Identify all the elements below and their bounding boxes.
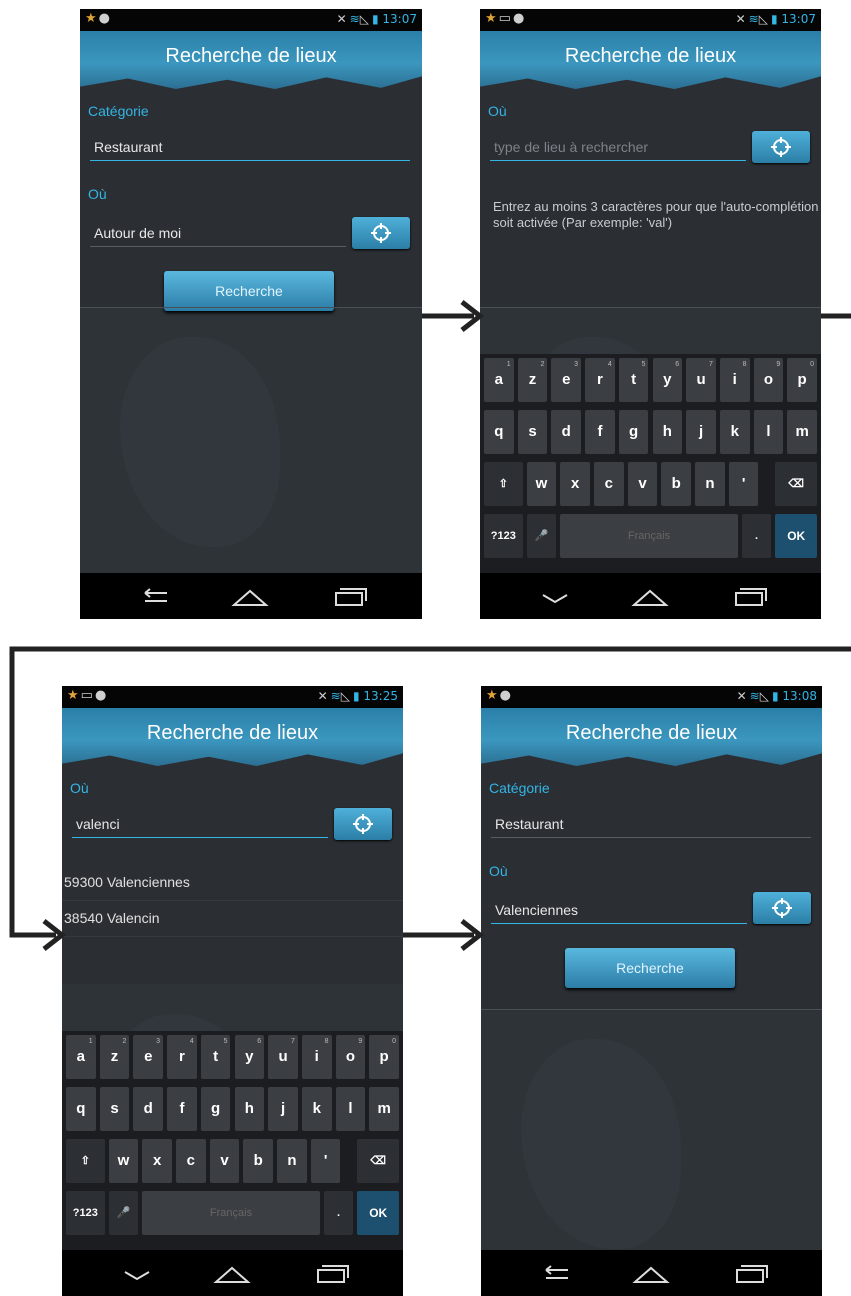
arrow-2-to-3 — [9, 646, 851, 938]
flow-arrows — [9, 300, 851, 951]
